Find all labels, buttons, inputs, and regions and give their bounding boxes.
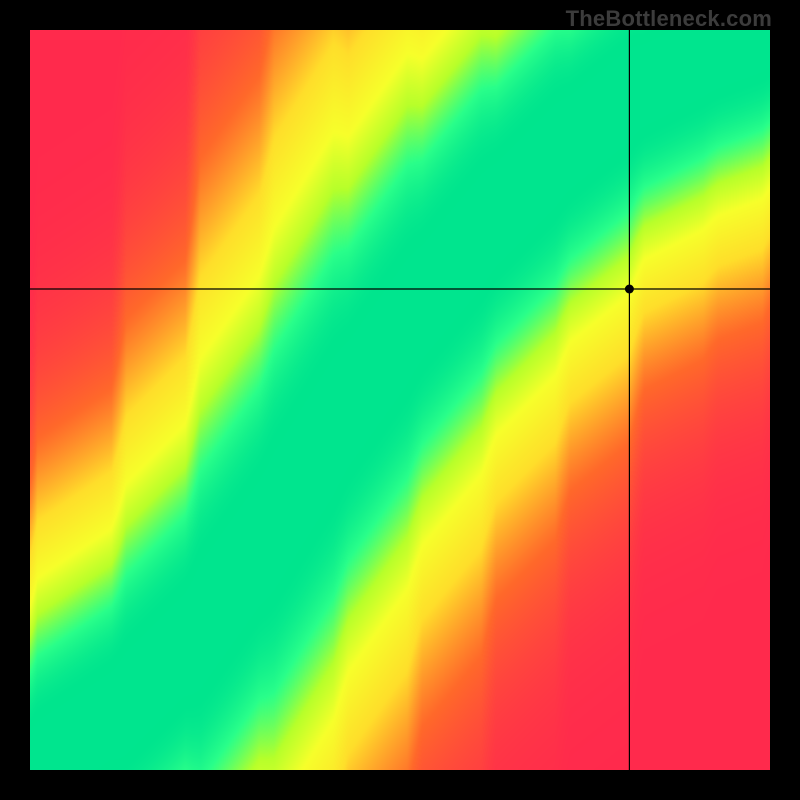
heatmap-plot — [30, 30, 770, 770]
figure-container: TheBottleneck.com — [0, 0, 800, 800]
heatmap-canvas — [30, 30, 770, 770]
watermark-text: TheBottleneck.com — [566, 6, 772, 32]
